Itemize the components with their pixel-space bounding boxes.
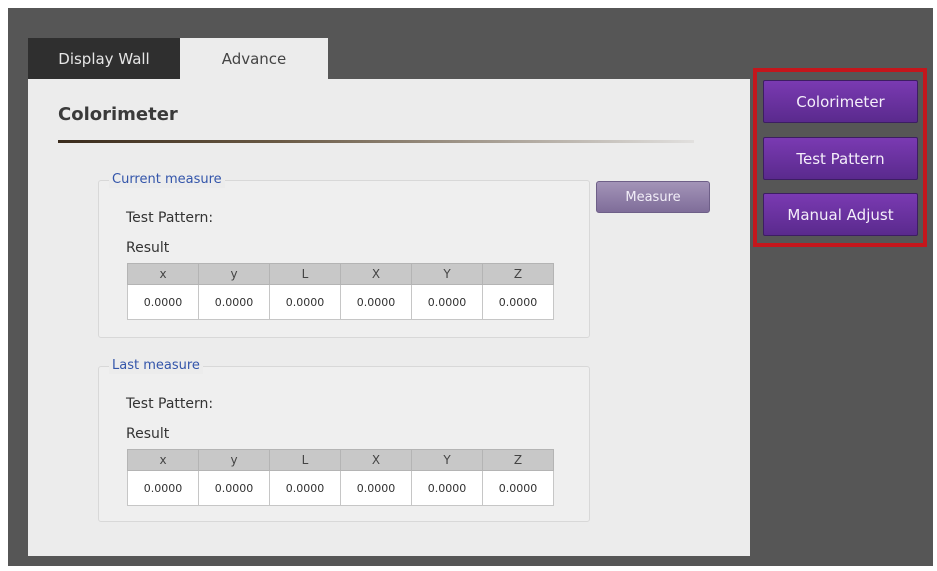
current-test-pattern-label: Test Pattern: — [126, 210, 214, 226]
column-header: L — [269, 263, 341, 285]
last-result-label: Result — [126, 426, 170, 442]
column-header: Z — [482, 449, 554, 471]
table-cell: 0.0000 — [482, 284, 554, 320]
column-header: x — [127, 449, 199, 471]
table-row: 0.0000 0.0000 0.0000 0.0000 0.0000 0.000… — [127, 470, 554, 506]
table-header-row: x y L X Y Z — [127, 263, 554, 285]
table-row: 0.0000 0.0000 0.0000 0.0000 0.0000 0.000… — [127, 284, 554, 320]
title-divider — [58, 140, 694, 143]
column-header: X — [340, 449, 412, 471]
column-header: Z — [482, 263, 554, 285]
column-header: Y — [411, 263, 483, 285]
table-cell: 0.0000 — [269, 284, 341, 320]
table-cell: 0.0000 — [198, 470, 270, 506]
manual-adjust-button[interactable]: Manual Adjust — [763, 193, 918, 236]
table-cell: 0.0000 — [127, 470, 199, 506]
table-cell: 0.0000 — [411, 284, 483, 320]
column-header: Y — [411, 449, 483, 471]
last-result-table: x y L X Y Z 0.0000 0.0000 0.0000 0.0000 … — [127, 449, 554, 506]
measure-button[interactable]: Measure — [596, 181, 710, 213]
table-cell: 0.0000 — [340, 470, 412, 506]
column-header: X — [340, 263, 412, 285]
tab-advance[interactable]: Advance — [180, 38, 328, 79]
table-cell: 0.0000 — [340, 284, 412, 320]
column-header: y — [198, 263, 270, 285]
current-measure-group: Current measure Test Pattern: Result x y… — [98, 172, 590, 338]
current-result-label: Result — [126, 240, 170, 256]
last-test-pattern-label: Test Pattern: — [126, 396, 214, 412]
column-header: L — [269, 449, 341, 471]
table-cell: 0.0000 — [198, 284, 270, 320]
current-result-table: x y L X Y Z 0.0000 0.0000 0.0000 0.0000 … — [127, 263, 554, 320]
table-header-row: x y L X Y Z — [127, 449, 554, 471]
column-header: x — [127, 263, 199, 285]
table-cell: 0.0000 — [411, 470, 483, 506]
current-measure-legend: Current measure — [109, 172, 225, 188]
table-cell: 0.0000 — [269, 470, 341, 506]
table-cell: 0.0000 — [482, 470, 554, 506]
column-header: y — [198, 449, 270, 471]
page-title: Colorimeter — [58, 104, 178, 125]
last-measure-group: Last measure Test Pattern: Result x y L … — [98, 358, 590, 522]
test-pattern-button[interactable]: Test Pattern — [763, 137, 918, 180]
last-measure-legend: Last measure — [109, 358, 203, 374]
table-cell: 0.0000 — [127, 284, 199, 320]
colorimeter-button[interactable]: Colorimeter — [763, 80, 918, 123]
tab-display-wall[interactable]: Display Wall — [28, 38, 180, 79]
